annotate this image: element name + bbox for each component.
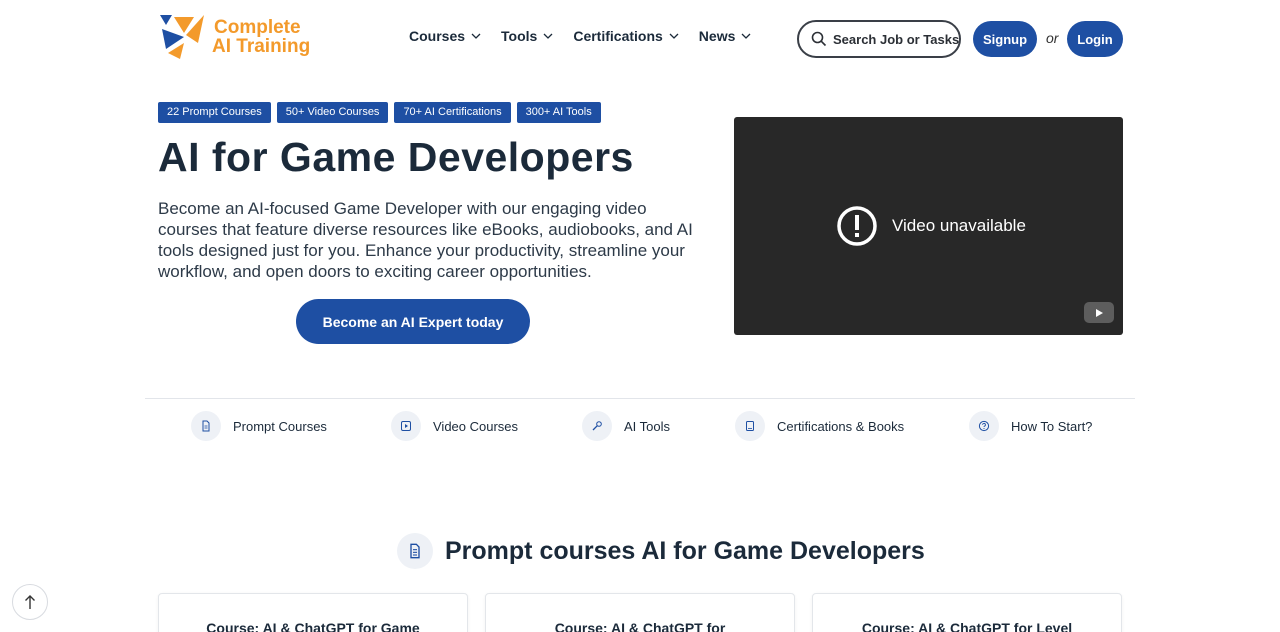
course-card-title: Course: AI & ChatGPT for Game (206, 620, 420, 632)
nav-news[interactable]: News (699, 28, 752, 44)
course-card-title: Course: AI & ChatGPT for (554, 620, 726, 632)
hero-tags: 22 Prompt Courses 50+ Video Courses 70+ … (158, 102, 607, 123)
category-label: How To Start? (1011, 418, 1093, 434)
login-button[interactable]: Login (1067, 21, 1123, 57)
category-label: AI Tools (624, 418, 671, 434)
category-label: Prompt Courses (233, 418, 327, 434)
youtube-icon[interactable] (1084, 302, 1114, 323)
nav-news-label: News (698, 28, 736, 44)
logo-text: Complete AI Training (212, 17, 311, 57)
chevron-down-icon (471, 33, 481, 39)
chevron-down-icon (669, 33, 679, 39)
category-ai-tools[interactable]: AI Tools (582, 411, 670, 441)
category-label: Certifications & Books (777, 418, 905, 434)
nav-tools-label: Tools (501, 28, 538, 44)
logo-line-1: Complete (214, 17, 301, 38)
become-expert-button[interactable]: Become an AI Expert today (296, 299, 530, 344)
tag-prompt-courses[interactable]: 22 Prompt Courses (158, 102, 271, 123)
nav-courses[interactable]: Courses (409, 28, 481, 44)
category-how-to-start[interactable]: How To Start? (969, 411, 1092, 441)
nav-tools[interactable]: Tools (501, 28, 553, 44)
signup-button[interactable]: Signup (973, 21, 1037, 57)
video-message-text: Video unavailable (892, 216, 1026, 235)
document-icon (191, 411, 221, 441)
category-video-courses[interactable]: Video Courses (391, 411, 518, 441)
logo[interactable]: Complete AI Training (158, 13, 310, 61)
play-icon (391, 411, 421, 441)
tag-ai-tools[interactable]: 300+ AI Tools (516, 102, 601, 123)
nav-courses-label: Courses (409, 28, 466, 44)
divider (145, 398, 1135, 399)
course-card-title: Course: AI & ChatGPT for Level (861, 620, 1073, 632)
category-prompt-courses[interactable]: Prompt Courses (191, 411, 327, 441)
logo-mark-icon (158, 13, 206, 61)
arrow-up-icon (25, 595, 35, 609)
question-icon (969, 411, 999, 441)
alert-icon (837, 206, 877, 246)
course-card[interactable]: Course: AI & ChatGPT for (485, 593, 795, 632)
nav-certifications-label: Certifications (573, 28, 663, 44)
chevron-down-icon (543, 33, 553, 39)
course-card[interactable]: Course: AI & ChatGPT for Game (158, 593, 468, 632)
page-title: AI for Game Developers (158, 134, 634, 180)
tag-ai-certifications[interactable]: 70+ AI Certifications (394, 102, 511, 123)
book-icon (735, 411, 765, 441)
or-separator: or (1046, 30, 1059, 46)
scroll-to-top-button[interactable] (12, 584, 48, 620)
site-header: Complete AI Training Courses Tools Certi… (0, 0, 1280, 78)
video-player[interactable]: Video unavailable (734, 117, 1123, 335)
search-box[interactable] (797, 20, 961, 58)
nav-certifications[interactable]: Certifications (573, 28, 679, 44)
document-icon (397, 533, 433, 569)
chevron-down-icon (741, 33, 751, 39)
logo-line-2: AI Training (212, 36, 311, 57)
category-certifications-books[interactable]: Certifications & Books (735, 411, 904, 441)
course-card[interactable]: Course: AI & ChatGPT for Level (812, 593, 1122, 632)
category-label: Video Courses (433, 418, 519, 434)
section-title: Prompt courses AI for Game Developers (445, 536, 925, 565)
wrench-icon (582, 411, 612, 441)
tag-video-courses[interactable]: 50+ Video Courses (276, 102, 389, 123)
search-icon (811, 31, 827, 47)
main-nav: Courses Tools Certifications News (409, 28, 771, 44)
search-input[interactable] (833, 31, 959, 47)
hero-description: Become an AI-focused Game Developer with… (158, 199, 693, 281)
section-header: Prompt courses AI for Game Developers (397, 533, 925, 569)
video-unavailable-message: Video unavailable (836, 205, 1026, 247)
